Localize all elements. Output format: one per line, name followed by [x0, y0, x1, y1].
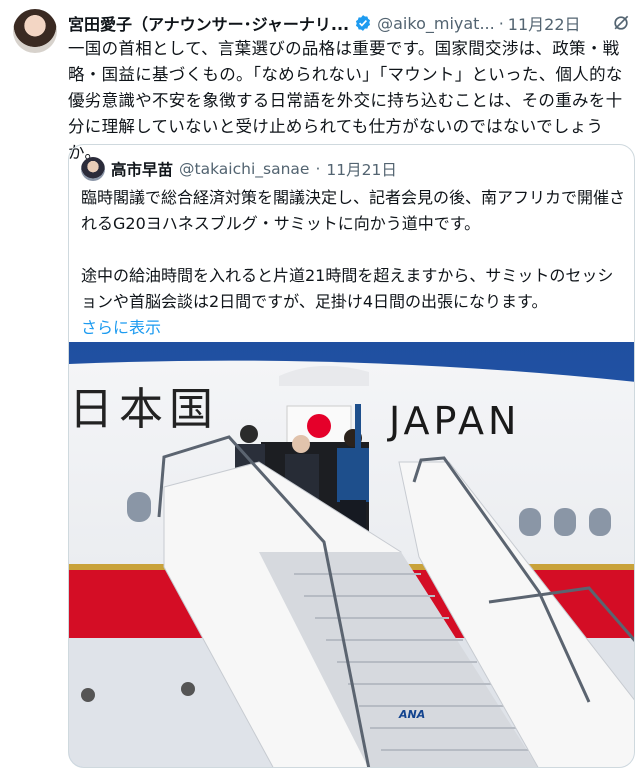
author-handle[interactable]: @aiko_miyat...: [377, 14, 495, 33]
quote-separator: ·: [315, 160, 321, 178]
quote-author-name[interactable]: 高市早苗: [111, 158, 173, 180]
tweet[interactable]: 宮田愛子（アナウンサー･ジャーナリ... @aiko_miyat... · 11…: [0, 0, 641, 772]
quote-timestamp[interactable]: 11月21日: [326, 158, 396, 180]
verified-badge-icon: [356, 15, 371, 31]
quote-photo[interactable]: 日本国 JAPAN ANA: [69, 342, 634, 767]
quote-author-handle[interactable]: @takaichi_sanae: [179, 160, 309, 178]
quote-header: 高市早苗 @takaichi_sanae · 11月21日: [81, 157, 397, 181]
show-more-link[interactable]: さらに表示: [81, 315, 626, 341]
author-avatar[interactable]: [13, 9, 57, 53]
quote-paragraph-2: 途中の給油時間を入れると片道21時間を超えますから、サミットのセッションや首脳会…: [81, 266, 614, 311]
quoted-tweet[interactable]: 高市早苗 @takaichi_sanae · 11月21日 臨時閣議で総合経済対…: [68, 144, 635, 768]
author-name[interactable]: 宮田愛子（アナウンサー･ジャーナリ...: [68, 11, 349, 35]
quote-author-avatar[interactable]: [81, 157, 105, 181]
fuselage-latin: JAPAN: [387, 399, 520, 443]
quote-text: 臨時閣議で総合経済対策を閣議決定し、記者会見の後、南アフリカで開催されるG20ヨ…: [81, 185, 626, 341]
fuselage-kanji: 日本国: [69, 384, 219, 435]
tweet-header: 宮田愛子（アナウンサー･ジャーナリ... @aiko_miyat... · 11…: [68, 11, 631, 35]
airplane-boarding-photo: 日本国 JAPAN ANA: [69, 342, 634, 767]
stair-brand-logo: ANA: [398, 708, 425, 721]
quote-paragraph-1: 臨時閣議で総合経済対策を閣議決定し、記者会見の後、南アフリカで開催されるG20ヨ…: [81, 188, 626, 233]
timestamp[interactable]: 11月22日: [508, 11, 581, 35]
header-separator: ·: [498, 13, 504, 33]
grok-icon[interactable]: [611, 13, 631, 33]
